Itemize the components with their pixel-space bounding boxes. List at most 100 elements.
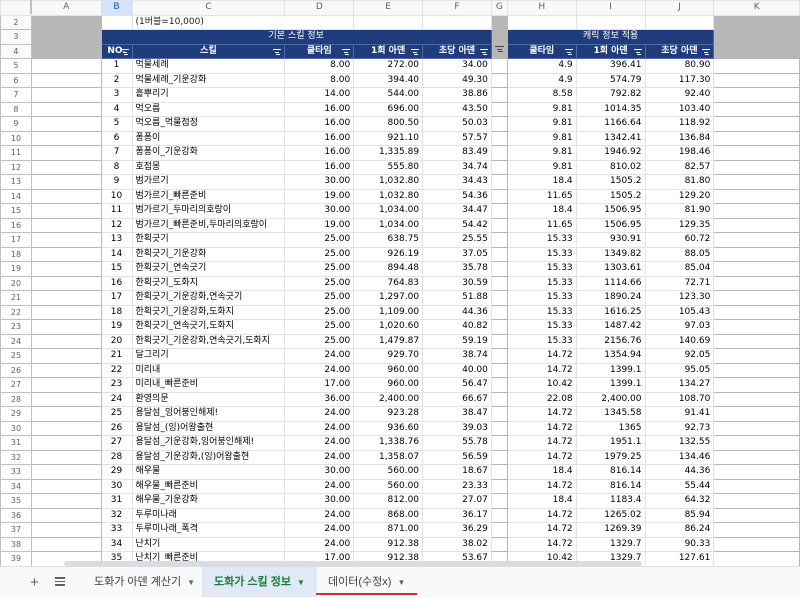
skill-no-cell[interactable]: 20 [100, 333, 133, 349]
once-aden-cell[interactable]: 1,032.80 [353, 174, 424, 190]
cell[interactable] [490, 159, 508, 175]
cell[interactable] [490, 406, 508, 422]
char-once-aden-cell[interactable]: 1342.41 [575, 130, 646, 146]
char-once-aden-cell[interactable]: 1399.1 [575, 377, 646, 393]
per-sec-aden-cell[interactable]: 30.59 [422, 275, 492, 291]
row-header[interactable]: 19 [0, 261, 32, 277]
per-sec-aden-cell[interactable]: 56.59 [422, 449, 492, 465]
cell[interactable] [713, 319, 800, 335]
once-aden-cell[interactable]: 1,479.87 [353, 333, 424, 349]
cell[interactable] [490, 464, 508, 480]
skill-no-cell[interactable]: 15 [100, 261, 133, 277]
once-aden-cell[interactable]: 936.60 [353, 420, 424, 436]
char-cooldown-cell[interactable]: 15.33 [506, 319, 577, 335]
row-header[interactable]: 22 [0, 304, 32, 320]
filter-icon[interactable] [564, 48, 573, 55]
cell[interactable] [30, 449, 102, 465]
char-once-aden-cell[interactable]: 1354.94 [575, 348, 646, 364]
header-skill[interactable]: 스킬 [131, 43, 286, 59]
cell[interactable] [30, 522, 102, 538]
per-sec-aden-cell[interactable]: 55.78 [422, 435, 492, 451]
cell[interactable] [30, 29, 102, 45]
skill-no-cell[interactable]: 24 [100, 391, 133, 407]
char-once-aden-cell[interactable]: 1979.25 [575, 449, 646, 465]
skill-name-cell[interactable]: 한획긋기_기운강화,도화지 [131, 304, 286, 320]
row-header[interactable]: 7 [0, 87, 32, 103]
cell[interactable] [713, 246, 800, 262]
cooldown-cell[interactable]: 24.00 [284, 449, 355, 465]
once-aden-cell[interactable]: 555.80 [353, 159, 424, 175]
row-header[interactable]: 3 [0, 29, 32, 45]
cell[interactable] [30, 406, 102, 422]
char-per-sec-aden-cell[interactable]: 64.32 [644, 493, 715, 509]
row-header[interactable]: 33 [0, 464, 32, 480]
cell[interactable] [490, 14, 508, 30]
cell[interactable] [30, 116, 102, 132]
skill-no-cell[interactable]: 16 [100, 275, 133, 291]
char-info-header[interactable]: 캐릭 정보 적용 [506, 29, 715, 45]
cell[interactable] [713, 362, 800, 378]
cooldown-cell[interactable]: 36.00 [284, 391, 355, 407]
tab-data-readonly[interactable]: 데이터(수정x) ▼ [316, 567, 418, 597]
cell[interactable] [506, 14, 577, 30]
char-per-sec-aden-cell[interactable]: 134.27 [644, 377, 715, 393]
skill-name-cell[interactable]: 범가르기 [131, 174, 286, 190]
cell[interactable] [30, 319, 102, 335]
cell[interactable] [490, 391, 508, 407]
cooldown-cell[interactable]: 30.00 [284, 203, 355, 219]
cooldown-cell[interactable]: 25.00 [284, 333, 355, 349]
per-sec-aden-cell[interactable]: 23.33 [422, 478, 492, 494]
cell[interactable] [30, 275, 102, 291]
cooldown-cell[interactable]: 30.00 [284, 464, 355, 480]
char-per-sec-aden-cell[interactable]: 129.35 [644, 217, 715, 233]
cell[interactable] [353, 14, 424, 30]
cell[interactable] [713, 72, 800, 88]
header-char-cooldown[interactable]: 쿨타임 [506, 43, 577, 59]
cell[interactable] [30, 493, 102, 509]
cell[interactable] [490, 29, 508, 45]
skill-name-cell[interactable]: 한획긋기_기운강화,연속긋기 [131, 290, 286, 306]
char-per-sec-aden-cell[interactable]: 123.30 [644, 290, 715, 306]
char-per-sec-aden-cell[interactable]: 85.94 [644, 507, 715, 523]
once-aden-cell[interactable]: 921.10 [353, 130, 424, 146]
skill-name-cell[interactable]: 범가르기_빠른준비,두마리의호랑이 [131, 217, 286, 233]
per-sec-aden-cell[interactable]: 18.67 [422, 464, 492, 480]
header-char-per-sec-aden[interactable]: 초당 아덴 [644, 43, 715, 59]
row-header[interactable]: 29 [0, 406, 32, 422]
char-once-aden-cell[interactable]: 1890.24 [575, 290, 646, 306]
per-sec-aden-cell[interactable]: 40.82 [422, 319, 492, 335]
once-aden-cell[interactable]: 1,034.00 [353, 217, 424, 233]
once-aden-cell[interactable]: 960.00 [353, 377, 424, 393]
char-once-aden-cell[interactable]: 1505.2 [575, 174, 646, 190]
row-header[interactable]: 31 [0, 435, 32, 451]
once-aden-cell[interactable]: 1,109.00 [353, 304, 424, 320]
skill-name-cell[interactable]: 범가르기_빠른준비 [131, 188, 286, 204]
skill-name-cell[interactable]: 두루미나래_폭격 [131, 522, 286, 538]
skill-name-cell[interactable]: 해우물_기운강화 [131, 493, 286, 509]
row-header[interactable]: 28 [0, 391, 32, 407]
cell[interactable] [30, 203, 102, 219]
skill-name-cell[interactable]: 한획긋기_기운강화,연속긋기,도화지 [131, 333, 286, 349]
row-header[interactable]: 2 [0, 14, 32, 30]
cooldown-cell[interactable]: 24.00 [284, 507, 355, 523]
cell[interactable] [30, 174, 102, 190]
cell[interactable] [713, 29, 800, 45]
cell[interactable] [30, 72, 102, 88]
once-aden-cell[interactable]: 812.00 [353, 493, 424, 509]
tab-doha-aden-calculator[interactable]: 도화가 아덴 계산기 ▼ [82, 567, 207, 597]
cell[interactable] [30, 478, 102, 494]
cell[interactable] [713, 275, 800, 291]
once-aden-cell[interactable]: 1,034.00 [353, 203, 424, 219]
cooldown-cell[interactable]: 25.00 [284, 275, 355, 291]
once-aden-cell[interactable]: 1,032.80 [353, 188, 424, 204]
cell[interactable] [713, 174, 800, 190]
column-header[interactable]: A [30, 0, 102, 16]
column-header[interactable]: H [506, 0, 577, 16]
char-per-sec-aden-cell[interactable]: 81.90 [644, 203, 715, 219]
once-aden-cell[interactable]: 929.70 [353, 348, 424, 364]
cell[interactable] [575, 14, 646, 30]
once-aden-cell[interactable]: 912.38 [353, 536, 424, 552]
skill-no-cell[interactable]: 22 [100, 362, 133, 378]
char-per-sec-aden-cell[interactable]: 88.05 [644, 246, 715, 262]
row-header[interactable]: 14 [0, 188, 32, 204]
